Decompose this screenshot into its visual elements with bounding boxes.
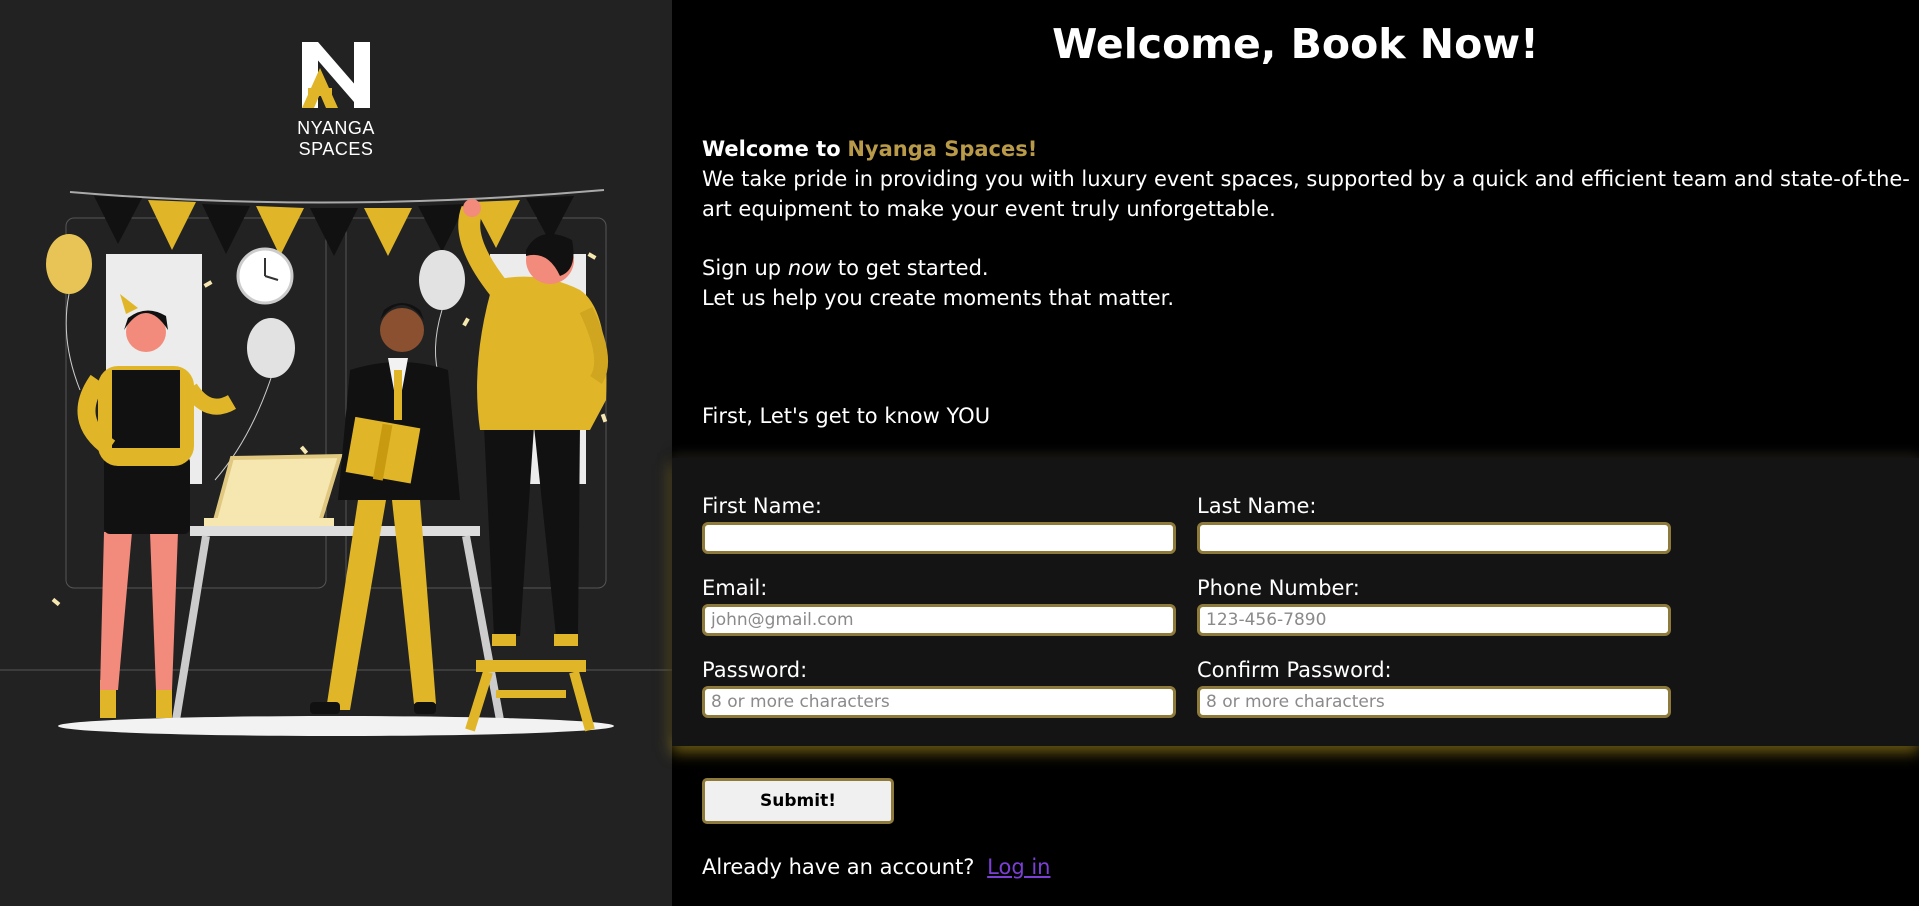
signup-prefix: Sign up bbox=[702, 256, 782, 280]
password-field: Password: bbox=[702, 656, 1176, 718]
brand-name: NYANGA SPACES bbox=[297, 118, 375, 159]
login-row: Already have an account? Log in bbox=[702, 852, 1050, 882]
login-prompt: Already have an account? bbox=[702, 855, 975, 879]
phone-field: Phone Number: bbox=[1197, 574, 1671, 636]
phone-input[interactable] bbox=[1197, 604, 1671, 636]
phone-label: Phone Number: bbox=[1197, 576, 1360, 600]
logo-mark-icon bbox=[302, 42, 370, 108]
submit-button[interactable]: Submit! bbox=[702, 778, 894, 824]
login-link[interactable]: Log in bbox=[987, 855, 1050, 879]
password-label: Password: bbox=[702, 658, 808, 682]
welcome-line: Welcome to Nyanga Spaces! bbox=[702, 134, 1037, 164]
signup-emphasis: now bbox=[787, 256, 832, 280]
moments-text: Let us help you create moments that matt… bbox=[702, 286, 1175, 310]
about-text: We take pride in providing you with luxu… bbox=[702, 167, 1910, 221]
signup-form: First Name: Last Name: Email: Phone Numb… bbox=[672, 458, 1919, 746]
first-name-label: First Name: bbox=[702, 494, 822, 518]
party-illustration bbox=[0, 189, 672, 736]
last-name-field: Last Name: bbox=[1197, 492, 1671, 554]
left-panel: NYANGA SPACES bbox=[0, 0, 672, 906]
signup-line: Sign up now to get started. bbox=[702, 253, 989, 283]
last-name-input[interactable] bbox=[1197, 522, 1671, 554]
confirm-password-field: Confirm Password: bbox=[1197, 656, 1671, 718]
email-field: Email: bbox=[702, 574, 1176, 636]
first-name-field: First Name: bbox=[702, 492, 1176, 554]
brand-logo: NYANGA SPACES bbox=[258, 38, 414, 159]
get-to-know-heading: First, Let's get to know YOU bbox=[702, 404, 991, 428]
confirm-password-label: Confirm Password: bbox=[1197, 658, 1392, 682]
signup-panel: Welcome, Book Now! Welcome to Nyanga Spa… bbox=[672, 0, 1919, 906]
email-label: Email: bbox=[702, 576, 768, 600]
email-input[interactable] bbox=[702, 604, 1176, 636]
first-name-input[interactable] bbox=[702, 522, 1176, 554]
confirm-password-input[interactable] bbox=[1197, 686, 1671, 718]
welcome-brand: Nyanga Spaces! bbox=[847, 137, 1038, 161]
welcome-prefix: Welcome to bbox=[702, 137, 841, 161]
last-name-label: Last Name: bbox=[1197, 494, 1317, 518]
password-input[interactable] bbox=[702, 686, 1176, 718]
signup-suffix: to get started. bbox=[837, 256, 989, 280]
page-title: Welcome, Book Now! bbox=[1052, 20, 1539, 68]
